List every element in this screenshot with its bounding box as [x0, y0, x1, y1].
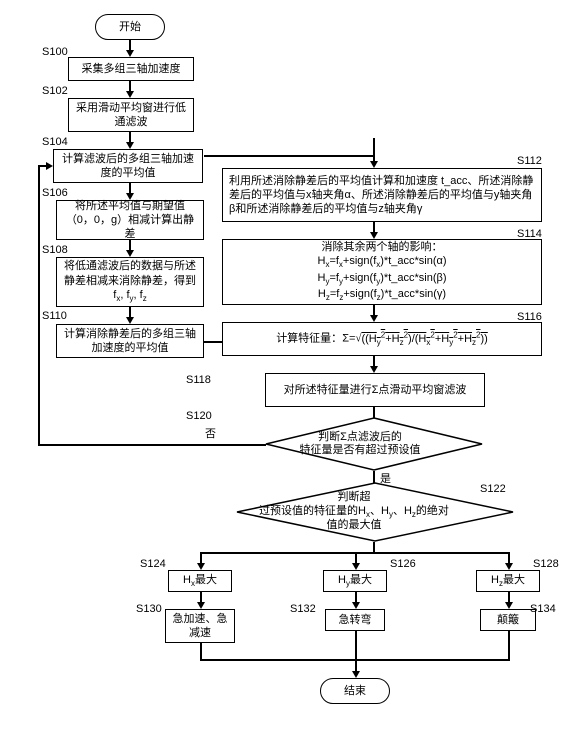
label-s120: S120 [186, 410, 212, 422]
label-s106: S106 [42, 187, 68, 199]
process-s116: 计算特征量：Σ=√((Hy2+Hz2)/(Hx2+Hy2+Hz2)) [222, 322, 542, 356]
s118-text: 对所述特征量进行Σ点滑动平均窗滤波 [284, 383, 467, 397]
process-s128: Hz最大 [476, 570, 540, 592]
process-s104: 计算滤波后的多组三轴加速度的平均值 [53, 149, 203, 183]
s104-text: 计算滤波后的多组三轴加速度的平均值 [59, 152, 197, 181]
process-s134: 颠簸 [480, 609, 536, 631]
label-s110: S110 [42, 310, 67, 322]
s102-text: 采用滑动平均窗进行低通滤波 [74, 101, 188, 130]
start-text: 开始 [119, 20, 141, 34]
s120-no: 否 [205, 425, 216, 441]
s114-line3: Hz=fz+sign(fz)*t_acc*sin(γ) [318, 287, 446, 304]
process-s108: 将低通滤波后的数据与所述静差相减来消除静差，得到fx, fy, fz [56, 257, 204, 307]
process-s130: 急加速、急减速 [165, 609, 235, 643]
s114-line2: Hy=fy+sign(fy)*t_acc*sin(β) [318, 271, 447, 288]
label-s118: S118 [186, 374, 211, 386]
s128-text: Hz最大 [491, 573, 525, 590]
process-s110: 计算消除静差后的多组三轴加速度的平均值 [56, 324, 204, 358]
s110-text: 计算消除静差后的多组三轴加速度的平均值 [62, 327, 198, 356]
label-s108: S108 [42, 244, 68, 256]
process-s100: 采集多组三轴加速度 [68, 57, 194, 81]
s132-text: 急转弯 [339, 613, 372, 627]
process-s126: Hy最大 [323, 570, 387, 592]
label-s128: S128 [533, 558, 559, 570]
label-s126: S126 [390, 558, 416, 570]
label-s100: S100 [42, 46, 68, 58]
decision-s122: 判断超过预设值的特征量的Hx、Hy、Hz的绝对值的最大值 [270, 482, 480, 542]
label-s134: S134 [530, 603, 556, 615]
end-text: 结束 [344, 684, 366, 698]
process-s112: 利用所述消除静差后的平均值计算和加速度 t_acc、所述消除静差后的平均值与x轴… [222, 168, 542, 222]
s130-text: 急加速、急减速 [171, 612, 229, 641]
s114-line1: Hx=fx+sign(fx)*t_acc*sin(α) [317, 254, 446, 271]
decision-s120: 判断Σ点滤波后的特征量是否有超过预设值 [306, 417, 441, 471]
terminator-start: 开始 [95, 14, 165, 40]
label-s132: S132 [290, 603, 316, 615]
s112-text: 利用所述消除静差后的平均值计算和加速度 t_acc、所述消除静差后的平均值与x轴… [229, 174, 535, 217]
process-s102: 采用滑动平均窗进行低通滤波 [68, 98, 194, 132]
label-s114: S114 [517, 228, 542, 240]
terminator-end: 结束 [320, 678, 390, 704]
s120-text: 判断Σ点滤波后的特征量是否有超过预设值 [280, 431, 440, 457]
s116-text: 计算特征量：Σ=√((Hy2+Hz2)/(Hx2+Hy2+Hz2)) [276, 330, 488, 348]
process-s132: 急转弯 [325, 609, 385, 631]
label-s102: S102 [42, 85, 68, 97]
process-s106: 将所述平均值与期望值（0，0，g）相减计算出静差 [56, 200, 204, 240]
process-s114: 消除其余两个轴的影响： Hx=fx+sign(fx)*t_acc*sin(α) … [222, 239, 542, 305]
label-s130: S130 [136, 603, 162, 615]
s106-text: 将所述平均值与期望值（0，0，g）相减计算出静差 [62, 199, 198, 242]
label-s116: S116 [517, 311, 542, 323]
s100-text: 采集多组三轴加速度 [82, 62, 181, 76]
label-s124: S124 [140, 558, 166, 570]
label-s112: S112 [517, 155, 542, 167]
label-s122: S122 [480, 483, 506, 495]
label-s104: S104 [42, 136, 68, 148]
s114-title: 消除其余两个轴的影响： [322, 240, 443, 254]
s124-text: Hx最大 [183, 573, 217, 590]
process-s118: 对所述特征量进行Σ点滑动平均窗滤波 [265, 373, 485, 407]
s134-text: 颠簸 [497, 613, 519, 627]
process-s124: Hx最大 [168, 570, 232, 592]
s108-text: 将低通滤波后的数据与所述静差相减来消除静差，得到fx, fy, fz [62, 259, 198, 304]
s122-text: 判断超过预设值的特征量的Hx、Hy、Hz的绝对值的最大值 [254, 491, 454, 532]
s126-text: Hy最大 [338, 573, 372, 590]
